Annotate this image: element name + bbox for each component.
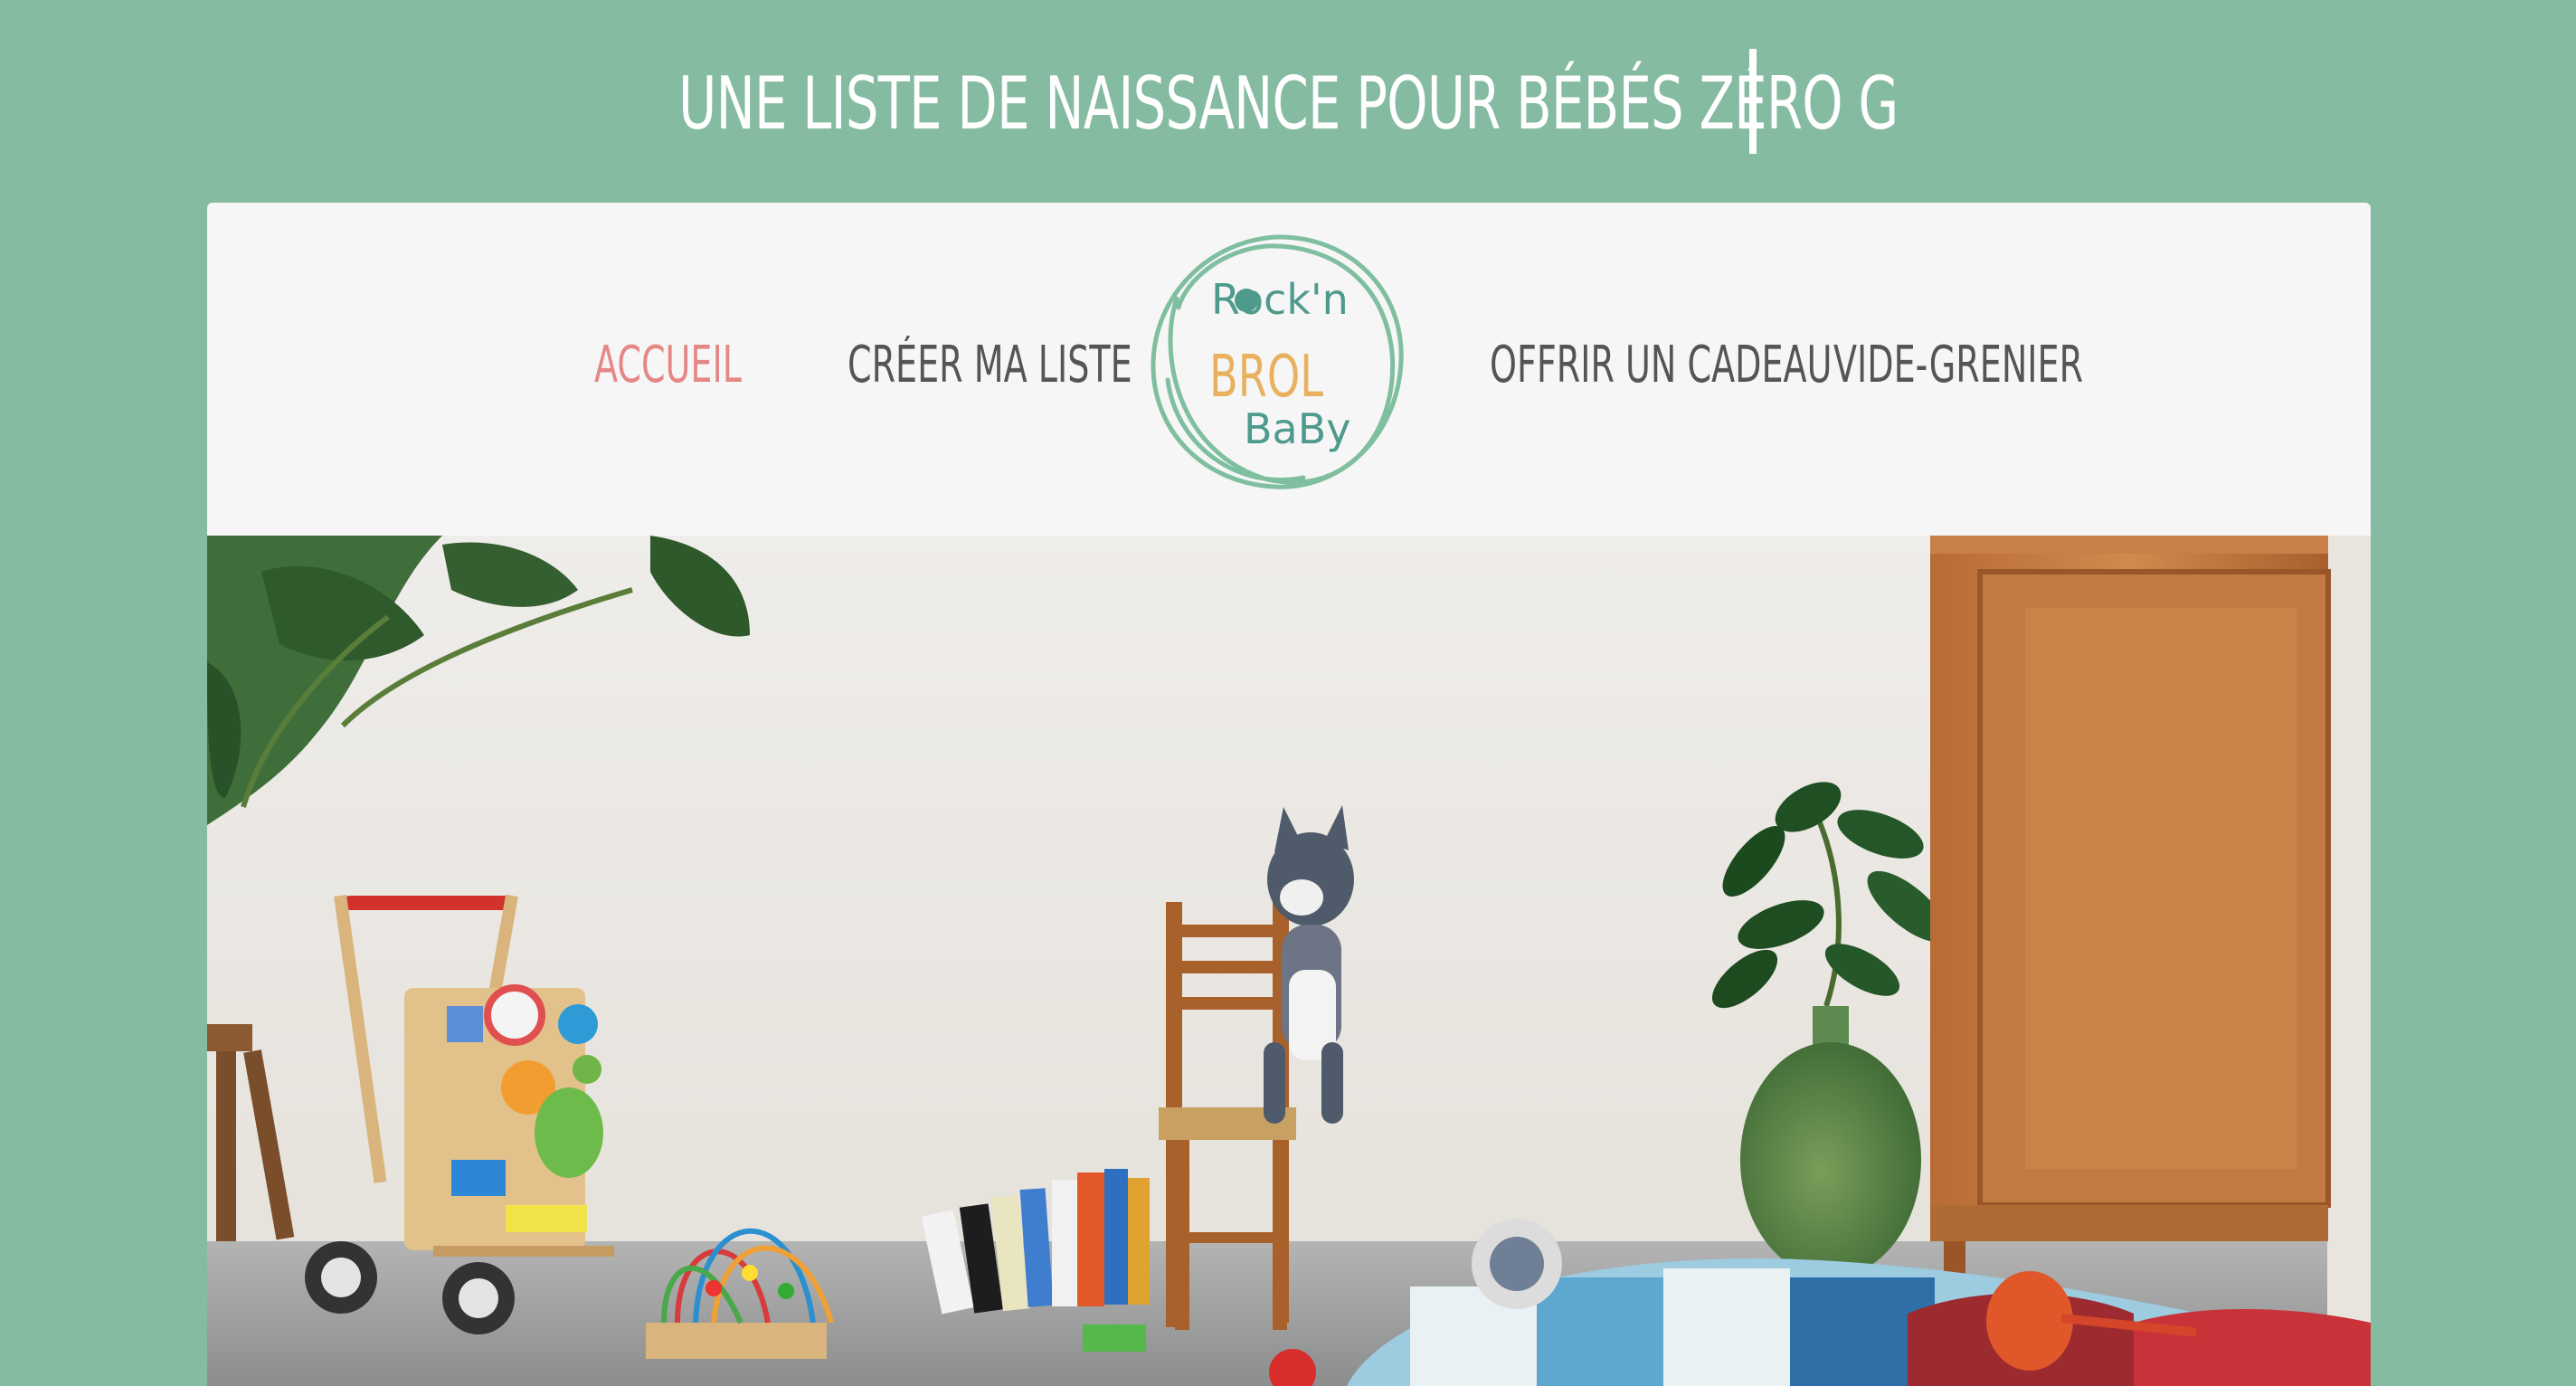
tagline-bar: UNE LISTE DE NAISSANCE POUR BÉBÉS ZÉRO G: [0, 45, 2576, 163]
toy-ball: [1472, 1219, 1562, 1309]
logo-line2: BROL: [1209, 344, 1323, 411]
logo-line1: Rock'n: [1211, 275, 1349, 324]
nav-vide-grenier[interactable]: VIDE-GRENIER: [1833, 320, 2083, 411]
lego-brick: [1083, 1324, 1146, 1352]
logo-line3: BaBy: [1244, 404, 1351, 453]
nav-offrir-un-cadeau[interactable]: OFFRIR UN CADEAU: [1490, 320, 1832, 411]
nav-accueil[interactable]: ACCUEIL: [594, 320, 742, 411]
text-cursor: [1749, 49, 1757, 154]
main-nav: ACCUEIL CRÉER MA LISTE Rock'n BROL BaBy …: [207, 203, 2371, 536]
site-panel: ACCUEIL CRÉER MA LISTE Rock'n BROL BaBy …: [207, 203, 2371, 1386]
nav-creer-ma-liste[interactable]: CRÉER MA LISTE: [848, 320, 1132, 411]
wooden-cabinet: [1930, 536, 2331, 1332]
hero-image: [207, 536, 2371, 1386]
rocknbrol-logo[interactable]: Rock'n BROL BaBy: [1141, 226, 1412, 498]
nursery-scene-illustration: [207, 536, 2371, 1386]
tagline: UNE LISTE DE NAISSANCE POUR BÉBÉS ZÉRO G: [677, 62, 1899, 146]
